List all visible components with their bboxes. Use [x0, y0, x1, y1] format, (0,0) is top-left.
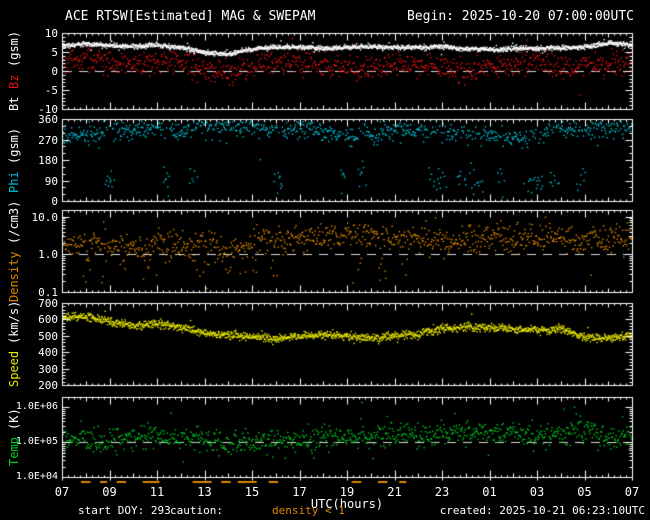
begin-timestamp: Begin: 2025-10-20 07:00:00UTC	[407, 9, 634, 24]
ylabel-part: Phi	[7, 163, 21, 193]
xtick-15: 15	[244, 485, 260, 499]
ylabel-part: (km/s)	[7, 300, 21, 344]
ylabel-density: Density (/cm3)	[6, 200, 22, 301]
plot-title: ACE RTSW[Estimated] MAG & SWEPAM	[65, 9, 316, 24]
ylabel-phi: Phi (gsm)	[6, 119, 22, 201]
xtick-09: 09	[102, 485, 117, 499]
ylabel-part: Bt	[7, 89, 21, 111]
caution-label: caution:	[170, 504, 223, 517]
ylabel-mag: Bt Bz (gsm)	[6, 31, 22, 111]
xtick-03: 03	[529, 485, 545, 499]
start-doy-label: start DOY: 293	[78, 504, 171, 517]
ylabel-part: (K)	[7, 408, 21, 430]
xtick-21: 21	[387, 485, 402, 499]
xtick-17: 17	[292, 485, 307, 499]
xtick-23: 23	[434, 485, 450, 499]
ylabel-part: (gsm)	[7, 127, 21, 164]
ylabel-part: (gsm)	[7, 31, 21, 68]
xtick-07: 07	[624, 485, 640, 499]
xtick-05: 05	[577, 485, 592, 499]
ylabel-speed: Speed (km/s)	[6, 300, 22, 388]
xtick-19: 19	[339, 485, 355, 499]
ylabel-part: Density	[7, 243, 21, 302]
ylabel-part: Temp	[7, 429, 21, 466]
caution-value: density < 1	[272, 504, 345, 517]
created-timestamp: created: 2025-10-21 06:23:10UTC	[439, 504, 645, 517]
ylabel-part: (/cm3)	[7, 200, 21, 244]
xtick-13: 13	[197, 485, 212, 499]
xtick-01: 01	[482, 485, 497, 499]
ylabel-part: Speed	[7, 344, 21, 388]
plot-canvas	[0, 0, 650, 520]
xtick-07: 07	[54, 485, 70, 499]
ylabel-part: Bz	[7, 67, 21, 90]
ace-rtsw-plot: ACE RTSW[Estimated] MAG & SWEPAM Begin: …	[0, 0, 650, 520]
ylabel-temp: Temp (K)	[6, 397, 22, 477]
xtick-11: 11	[149, 485, 165, 499]
